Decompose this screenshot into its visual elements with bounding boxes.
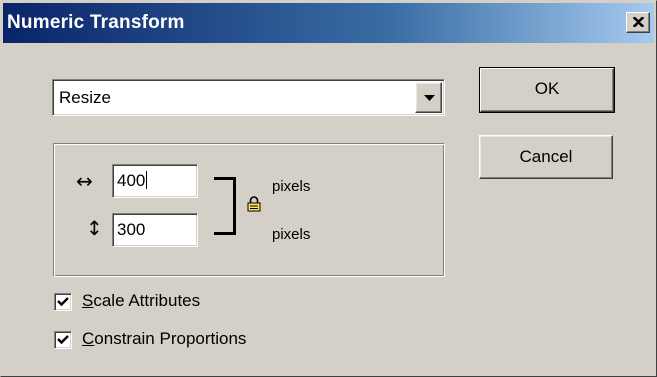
constrain-proportions-label: Constrain Proportions — [82, 329, 247, 348]
lock-icon[interactable] — [247, 196, 261, 212]
ok-button-label: OK — [480, 68, 614, 112]
close-button[interactable] — [626, 12, 650, 33]
transform-mode-value: Resize — [59, 88, 111, 107]
width-value: 400 — [117, 171, 146, 190]
width-icon: ↔ — [76, 169, 93, 193]
title-bar[interactable]: Numeric Transform — [3, 3, 654, 43]
close-icon — [633, 17, 644, 27]
checkmark-icon — [57, 335, 69, 345]
scale-attributes-label: Scale Attributes — [82, 291, 201, 310]
scale-attributes-checkbox[interactable] — [54, 293, 72, 311]
height-icon: ↕ — [86, 216, 103, 240]
numeric-transform-dialog: Numeric Transform Resize OK Cancel ↔ 400… — [0, 0, 657, 377]
height-value: 300 — [117, 220, 146, 239]
dialog-title: Numeric Transform — [7, 12, 185, 33]
link-bracket — [214, 177, 236, 235]
ok-button[interactable]: OK — [479, 67, 615, 113]
transform-mode-select[interactable]: Resize — [52, 79, 445, 116]
width-input[interactable]: 400 — [112, 164, 198, 198]
checkmark-icon — [57, 297, 69, 307]
height-unit-label: pixels — [272, 226, 311, 243]
constrain-proportions-checkbox[interactable] — [54, 331, 72, 349]
text-caret — [146, 171, 148, 189]
height-input[interactable]: 300 — [112, 213, 198, 247]
dropdown-button[interactable] — [415, 82, 442, 113]
width-unit-label: pixels — [272, 178, 311, 195]
chevron-down-icon — [424, 95, 435, 101]
cancel-button[interactable]: Cancel — [479, 135, 613, 179]
